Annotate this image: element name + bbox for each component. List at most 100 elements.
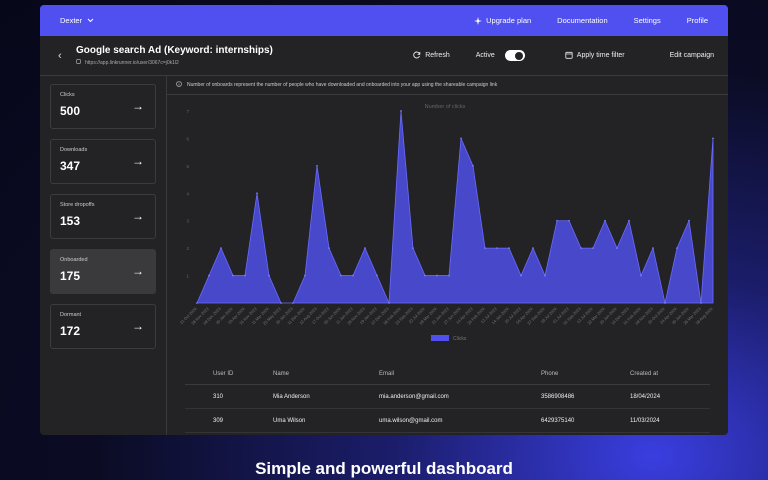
cell-phone: 3586908486 bbox=[541, 393, 575, 400]
data-point bbox=[652, 247, 654, 250]
metric-label: Clicks bbox=[60, 92, 75, 98]
chevron-down-icon bbox=[87, 16, 94, 25]
data-point bbox=[520, 274, 522, 277]
data-point bbox=[604, 219, 606, 222]
users-table: User ID Name Email Phone Created at 310 … bbox=[167, 369, 728, 433]
campaign-url[interactable]: https://app.linkrunner.io/user/3067c=j0k… bbox=[85, 60, 179, 66]
sparkle-icon bbox=[474, 16, 483, 25]
y-tick-label: 6 bbox=[186, 136, 189, 141]
refresh-button[interactable]: Refresh bbox=[413, 51, 450, 61]
y-tick-label: 7 bbox=[186, 109, 189, 114]
data-point bbox=[340, 274, 342, 277]
y-tick-label: 4 bbox=[186, 191, 189, 196]
data-point bbox=[472, 164, 474, 167]
y-tick-label: 3 bbox=[186, 219, 189, 224]
cell-email: uma.wilson@gmail.com bbox=[379, 417, 443, 424]
metric-card-downloads[interactable]: Downloads 347 → bbox=[50, 139, 156, 184]
time-filter-label: Apply time filter bbox=[576, 52, 625, 59]
active-toggle[interactable] bbox=[504, 50, 525, 61]
user-menu[interactable]: Dexter bbox=[60, 16, 94, 25]
data-point bbox=[352, 274, 354, 277]
user-name: Dexter bbox=[60, 16, 83, 25]
data-point bbox=[232, 274, 234, 277]
data-point bbox=[580, 247, 582, 250]
cell-phone: 6429375140 bbox=[541, 417, 575, 424]
metric-card-dormant[interactable]: Dormant 172 → bbox=[50, 304, 156, 349]
data-point bbox=[244, 274, 246, 277]
arrow-right-icon: → bbox=[132, 99, 144, 113]
area-chart-svg: Number of clicks123456721 Oct 202428 Nov… bbox=[179, 104, 714, 342]
data-point bbox=[436, 274, 438, 277]
legend-label: Clicks bbox=[453, 336, 467, 342]
data-point bbox=[592, 247, 594, 250]
campaign-title: Google search Ad (Keyword: internships) bbox=[76, 44, 273, 56]
cell-created-at: 11/03/2024 bbox=[630, 417, 660, 424]
table-row[interactable]: 310 Mia Anderson mia.anderson@gmail.com … bbox=[185, 385, 710, 409]
profile-link[interactable]: Profile bbox=[687, 16, 708, 25]
y-tick-label: 1 bbox=[186, 274, 189, 279]
data-point bbox=[256, 192, 258, 195]
data-point bbox=[388, 302, 390, 304]
data-point bbox=[328, 247, 330, 250]
metric-label: Downloads bbox=[60, 147, 88, 153]
marketing-caption: Simple and powerful dashboard bbox=[255, 459, 513, 478]
upgrade-plan-label: Upgrade plan bbox=[486, 16, 532, 25]
data-point bbox=[304, 274, 306, 277]
back-arrow-icon[interactable]: ‹ bbox=[58, 50, 76, 62]
data-point bbox=[364, 247, 366, 250]
clicks-chart: Number of clicks 1 2 3 4 5 6 7 21 Oct 2024 28 Nov… bbox=[167, 95, 728, 369]
col-header-email[interactable]: Email bbox=[379, 371, 541, 377]
data-point bbox=[448, 274, 450, 277]
info-notice-text: Number of onboards represent the number … bbox=[187, 82, 498, 88]
info-icon bbox=[176, 81, 182, 89]
col-header-phone[interactable]: Phone bbox=[541, 371, 630, 377]
data-point bbox=[424, 274, 426, 277]
data-point bbox=[508, 247, 510, 250]
arrow-right-icon: → bbox=[132, 154, 144, 168]
col-header-created-at[interactable]: Created at bbox=[630, 371, 710, 377]
data-point bbox=[616, 247, 618, 250]
cell-user-id: 309 bbox=[213, 417, 224, 424]
data-point bbox=[628, 219, 630, 222]
clicks-area-series bbox=[196, 110, 714, 304]
data-point bbox=[376, 274, 378, 277]
app-window: Dexter Upgrade plan Documentation Settin… bbox=[40, 5, 728, 435]
data-point bbox=[532, 247, 534, 250]
table-row[interactable]: 309 Uma Wilson uma.wilson@gmail.com 6429… bbox=[185, 409, 710, 433]
data-point bbox=[196, 302, 198, 304]
data-point bbox=[640, 274, 642, 277]
metric-label: Dormant bbox=[60, 312, 82, 318]
data-point bbox=[556, 219, 558, 222]
data-point bbox=[484, 247, 486, 250]
col-header-user-id[interactable]: User ID bbox=[213, 371, 273, 377]
data-point bbox=[220, 247, 222, 250]
y-tick-label: 2 bbox=[186, 246, 189, 251]
info-notice: Number of onboards represent the number … bbox=[167, 76, 728, 95]
time-filter-button[interactable]: Apply time filter bbox=[565, 51, 625, 61]
metric-label: Onboarded bbox=[60, 257, 88, 263]
metric-card-onboarded[interactable]: Onboarded 175 → bbox=[50, 249, 156, 294]
edit-campaign-button[interactable]: Edit campaign bbox=[670, 52, 714, 59]
metric-card-store-dropoffs[interactable]: Store dropoffs 153 → bbox=[50, 194, 156, 239]
settings-link[interactable]: Settings bbox=[634, 16, 661, 25]
cell-name: Uma Wilson bbox=[273, 417, 306, 424]
data-point bbox=[676, 247, 678, 250]
active-toggle-group: Active bbox=[476, 50, 525, 61]
calendar-icon bbox=[565, 51, 573, 61]
campaign-header: ‹ Google search Ad (Keyword: internships… bbox=[40, 36, 728, 76]
col-header-name[interactable]: Name bbox=[273, 371, 379, 377]
cell-user-id: 310 bbox=[213, 393, 224, 400]
upgrade-plan-link[interactable]: Upgrade plan bbox=[474, 16, 531, 25]
metric-label: Store dropoffs bbox=[60, 202, 95, 208]
documentation-link[interactable]: Documentation bbox=[557, 16, 607, 25]
copy-icon[interactable] bbox=[76, 58, 82, 67]
data-point bbox=[700, 302, 702, 304]
y-tick-label: 5 bbox=[186, 164, 189, 169]
refresh-label: Refresh bbox=[425, 52, 450, 59]
data-point bbox=[664, 302, 666, 304]
data-point bbox=[568, 219, 570, 222]
data-point bbox=[268, 274, 270, 277]
cell-name: Mia Anderson bbox=[273, 393, 310, 400]
metric-card-clicks[interactable]: Clicks 500 → bbox=[50, 84, 156, 129]
arrow-right-icon: → bbox=[132, 319, 144, 333]
